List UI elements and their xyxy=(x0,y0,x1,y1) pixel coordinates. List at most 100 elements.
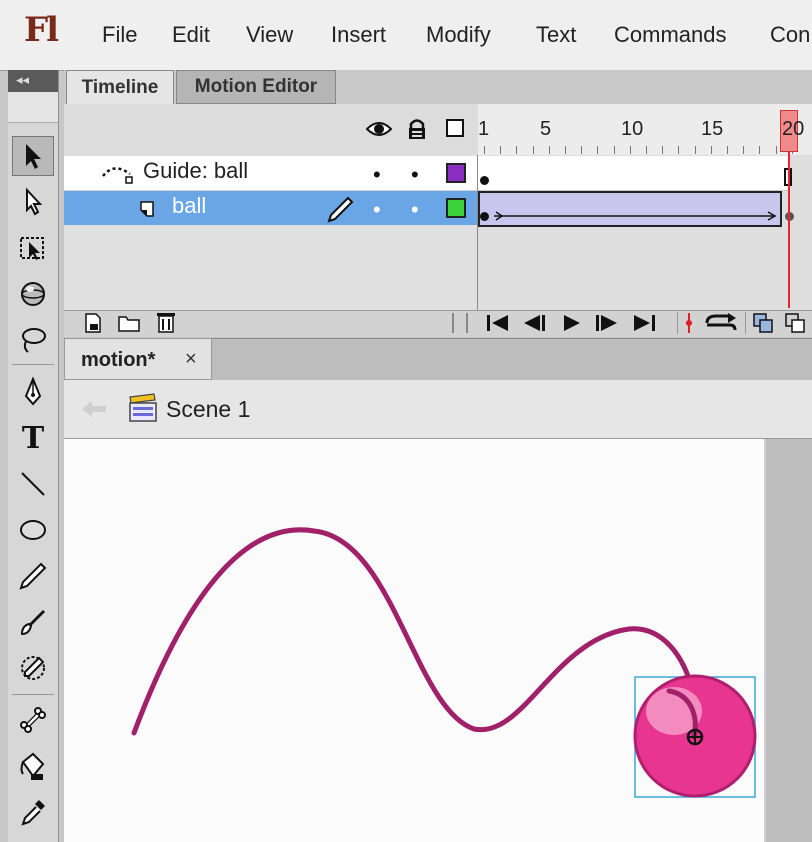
new-folder-icon[interactable] xyxy=(117,312,141,334)
layer-name-ball[interactable]: ball xyxy=(172,193,206,219)
frame-number-1: 1 xyxy=(478,118,490,140)
text-tool-glyph: T xyxy=(21,420,45,456)
stage-artwork xyxy=(131,527,757,798)
pencil-edit-icon xyxy=(327,196,354,223)
layer-name-guide[interactable]: Guide: ball xyxy=(143,158,248,184)
menu-text[interactable]: Text xyxy=(536,22,576,48)
eye-icon[interactable] xyxy=(366,119,392,139)
go-to-last-frame-icon xyxy=(634,315,655,331)
guide-outline-swatch[interactable] xyxy=(446,163,466,183)
loop-icon[interactable] xyxy=(704,313,738,333)
flash-logo: Fl xyxy=(24,10,59,50)
registration-point-icon xyxy=(686,728,704,746)
pencil-tool[interactable] xyxy=(12,556,54,596)
toolbar-divider xyxy=(12,694,54,695)
guide-keyframe-start[interactable] xyxy=(480,176,489,185)
vertical-scrollbar[interactable] xyxy=(766,439,812,842)
motion-guide-path xyxy=(131,527,699,740)
document-tab-label: motion* xyxy=(81,349,156,371)
deco-icon xyxy=(21,656,45,680)
tab-motion-editor[interactable]: Motion Editor xyxy=(176,70,336,104)
guide-layer-icon xyxy=(102,167,133,184)
subselection-arrow-icon xyxy=(26,187,43,216)
subselection-tool[interactable] xyxy=(12,182,54,222)
footer-divider xyxy=(745,312,746,334)
center-frame-icon[interactable] xyxy=(682,312,696,334)
ball-visible-dot[interactable]: • xyxy=(373,197,381,223)
guide-lock-dot[interactable]: • xyxy=(411,162,419,188)
ball-outline-swatch[interactable] xyxy=(446,198,466,218)
guide-visible-dot[interactable]: • xyxy=(373,162,381,188)
deco-tool[interactable] xyxy=(12,648,54,688)
ball-keyframe-start[interactable] xyxy=(480,212,489,221)
current-frame-number: 20 xyxy=(782,118,805,140)
frame-tick xyxy=(678,146,680,154)
text-tool[interactable]: T xyxy=(12,418,54,458)
frame-tick xyxy=(581,146,583,154)
pen-icon xyxy=(24,376,42,406)
frame-tick xyxy=(597,146,599,154)
scene-icon xyxy=(129,393,157,422)
eyedropper-tool[interactable] xyxy=(12,792,54,832)
lock-icon[interactable] xyxy=(406,118,428,140)
ball-lock-dot[interactable]: • xyxy=(411,197,419,223)
resize-handle[interactable] xyxy=(452,313,468,333)
lasso-icon xyxy=(22,328,46,353)
tools-panel-grip[interactable] xyxy=(8,92,58,123)
new-layer-icon[interactable] xyxy=(82,312,104,334)
paint-bucket-tool[interactable] xyxy=(12,746,54,786)
menu-commands[interactable]: Commands xyxy=(614,22,726,48)
brush-tool[interactable] xyxy=(12,602,54,642)
frame-ruler[interactable] xyxy=(478,104,812,157)
free-transform-icon xyxy=(20,237,44,260)
frame-tick xyxy=(727,146,728,154)
toolbar-divider xyxy=(12,364,54,365)
outline-icon[interactable] xyxy=(446,119,464,137)
playback-controls[interactable] xyxy=(484,312,664,334)
onion-skin-icon[interactable] xyxy=(752,312,774,334)
oval-tool[interactable] xyxy=(12,510,54,550)
back-arrow-icon[interactable] xyxy=(80,398,108,420)
onion-skin-outline-icon[interactable] xyxy=(784,312,806,334)
frame-tick xyxy=(694,146,696,154)
frame-number-15: 15 xyxy=(701,118,724,140)
frame-tick xyxy=(646,146,647,154)
brush-icon xyxy=(20,610,45,636)
pen-tool[interactable] xyxy=(12,372,54,412)
lasso-tool[interactable] xyxy=(12,320,54,360)
frame-number-10: 10 xyxy=(621,118,644,140)
line-tool[interactable] xyxy=(12,464,54,504)
document-tab[interactable]: motion* × xyxy=(64,338,212,380)
tab-timeline[interactable]: Timeline xyxy=(66,70,174,104)
tween-arrow-icon xyxy=(494,211,777,221)
frame-tick xyxy=(516,146,518,154)
menu-control[interactable]: Con xyxy=(770,22,810,48)
arrow-icon xyxy=(26,144,41,169)
scene-label[interactable]: Scene 1 xyxy=(166,396,250,423)
playhead-line xyxy=(788,152,790,308)
guided-layer-icon xyxy=(140,201,154,217)
play-icon xyxy=(564,315,580,331)
bone-tool[interactable] xyxy=(12,700,54,740)
free-transform-tool[interactable] xyxy=(12,228,54,268)
pencil-icon xyxy=(19,562,47,590)
guide-frame-span[interactable] xyxy=(478,156,790,191)
go-to-first-frame-icon xyxy=(487,315,508,331)
trash-icon[interactable] xyxy=(155,310,177,334)
menu-modify[interactable]: Modify xyxy=(426,22,491,48)
close-icon[interactable]: × xyxy=(185,348,197,371)
collapse-icon[interactable]: ◂◂ xyxy=(16,72,29,88)
menu-edit[interactable]: Edit xyxy=(172,22,210,48)
frame-tick xyxy=(629,146,631,154)
menu-insert[interactable]: Insert xyxy=(331,22,386,48)
sphere-icon xyxy=(21,282,45,306)
oval-icon xyxy=(20,520,46,540)
frame-tick xyxy=(743,146,745,154)
menu-file[interactable]: File xyxy=(102,22,137,48)
menu-view[interactable]: View xyxy=(246,22,293,48)
3d-rotation-tool[interactable] xyxy=(12,274,54,314)
frame-tick xyxy=(484,146,485,154)
selection-tool[interactable] xyxy=(12,136,54,176)
tools-panel-header: ◂◂ xyxy=(8,70,58,92)
frame-tick xyxy=(500,146,502,154)
